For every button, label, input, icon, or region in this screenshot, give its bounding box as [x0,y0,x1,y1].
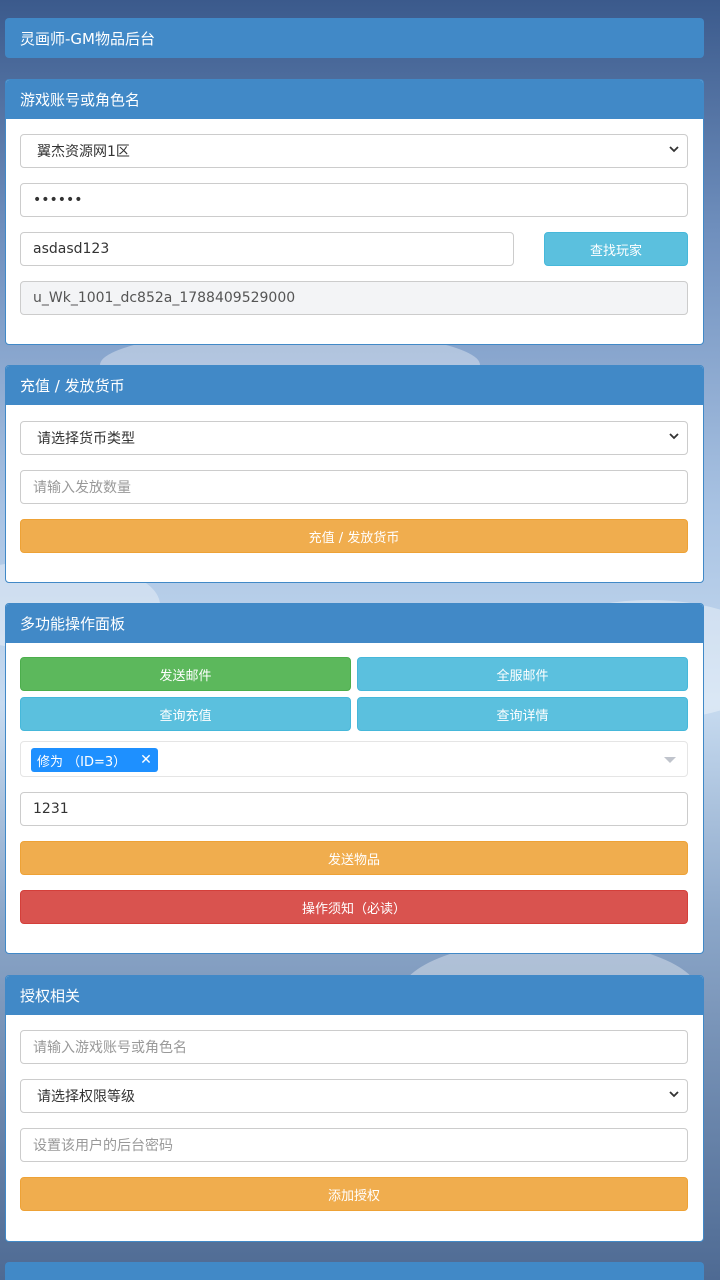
find-player-button[interactable]: 查找玩家 [544,232,688,266]
add-authorization-label: 添加授权 [327,1188,380,1204]
panel-title: 多功能操作面板 [20,615,126,633]
chevron-down-icon [669,146,679,153]
currency-type-placeholder: 请选择货币类型 [37,431,135,447]
admin-password-placeholder: 设置该用户的后台密码 [33,1138,173,1154]
issue-currency-button[interactable]: 充值 / 发放货币 [20,519,688,553]
send-mail-label: 发送邮件 [159,668,212,684]
page-title: 灵画师-GM物品后台 [20,29,155,48]
admin-password-input[interactable]: 设置该用户的后台密码 [20,1128,688,1162]
close-icon[interactable]: ✕ [140,752,152,768]
player-uid-value: u_Wk_1001_dc852a_1788409529000 [33,290,296,306]
add-authorization-button[interactable]: 添加授权 [20,1177,688,1211]
auth-account-input[interactable]: 请输入游戏账号或角色名 [20,1030,688,1064]
send-item-label: 发送物品 [327,852,380,868]
all-server-mail-button[interactable]: 全服邮件 [357,657,688,691]
query-recharge-label: 查询充值 [159,708,212,724]
operation-notice-button[interactable]: 操作须知（必读） [20,890,688,924]
currency-type-select[interactable]: 请选择货币类型 [20,421,688,455]
panel-title: 游戏账号或角色名 [20,91,141,109]
operation-notice-label: 操作须知（必读） [301,901,406,917]
item-multi-select[interactable]: 修为 （ID=3） ✕ [20,741,688,777]
find-player-label: 查找玩家 [589,243,642,259]
caret-down-icon [664,757,676,763]
chevron-down-icon [669,433,679,440]
chevron-down-icon [669,1091,679,1098]
send-mail-button[interactable]: 发送邮件 [20,657,351,691]
password-field[interactable]: •••••• [20,183,688,217]
player-name-value: asdasd123 [33,241,110,257]
panel-header: 多功能操作面板 [6,604,703,643]
player-uid-field: u_Wk_1001_dc852a_1788409529000 [20,281,688,315]
app-header: 灵画师-GM物品后台 [5,18,704,58]
query-details-label: 查询详情 [496,708,549,724]
server-select-value: 翼杰资源网1区 [37,144,130,160]
account-panel: 游戏账号或角色名 翼杰资源网1区 •••••• asdasd123 查找玩家 u… [5,79,704,345]
panel-title: 充值 / 发放货币 [20,377,125,395]
player-name-input[interactable]: asdasd123 [20,232,514,266]
all-server-mail-label: 全服邮件 [496,668,549,684]
panel-header: 充值 / 发放货币 [6,366,703,405]
permission-level-select[interactable]: 请选择权限等级 [20,1079,688,1113]
query-recharge-button[interactable]: 查询充值 [20,697,351,731]
panel-header: 授权相关 [6,976,703,1015]
amount-placeholder: 请输入发放数量 [33,480,131,496]
issue-currency-label: 充值 / 发放货币 [308,530,400,546]
item-quantity-input[interactable]: 1231 [20,792,688,826]
selected-item-label: 修为 （ID=3） [37,754,127,770]
multi-function-panel: 多功能操作面板 发送邮件 全服邮件 查询充值 查询详情 修为 （ID=3） ✕ … [5,603,704,954]
query-details-button[interactable]: 查询详情 [357,697,688,731]
server-select[interactable]: 翼杰资源网1区 [20,134,688,168]
item-quantity-value: 1231 [33,801,69,817]
panel-header: 游戏账号或角色名 [6,80,703,119]
password-value: •••••• [33,192,83,208]
send-item-button[interactable]: 发送物品 [20,841,688,875]
selected-item-tag: 修为 （ID=3） ✕ [31,748,158,772]
currency-panel: 充值 / 发放货币 请选择货币类型 请输入发放数量 充值 / 发放货币 [5,365,704,583]
next-panel-header [5,1262,704,1280]
auth-account-placeholder: 请输入游戏账号或角色名 [33,1040,187,1056]
amount-input[interactable]: 请输入发放数量 [20,470,688,504]
panel-title: 授权相关 [20,987,81,1005]
permission-level-placeholder: 请选择权限等级 [37,1089,135,1105]
authorization-panel: 授权相关 请输入游戏账号或角色名 请选择权限等级 设置该用户的后台密码 添加授权 [5,975,704,1242]
